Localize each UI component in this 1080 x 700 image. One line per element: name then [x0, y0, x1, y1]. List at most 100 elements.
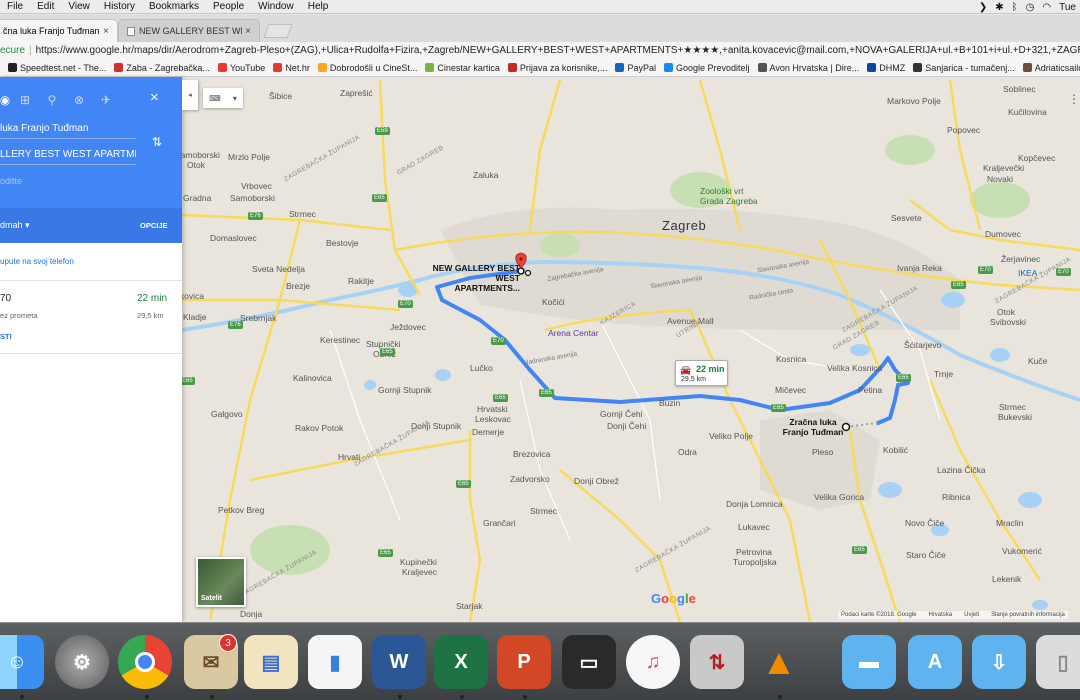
- bookmark-label: Zaba - Zagrebačka...: [126, 62, 210, 73]
- bookmark-item[interactable]: PayPal: [615, 63, 656, 73]
- tab-close-icon[interactable]: ×: [103, 26, 109, 37]
- place-label: Mrzlo Polje: [228, 152, 271, 162]
- highway-shield: E70: [1056, 268, 1071, 276]
- tab-close-icon[interactable]: ×: [245, 26, 251, 37]
- trash-icon[interactable]: ▯: [1036, 635, 1080, 689]
- destination-label[interactable]: NEW GALLERY BEST WEST APARTMENTS...: [430, 263, 520, 293]
- finder-icon[interactable]: ☺: [0, 635, 44, 689]
- place-label: Kraljevečki: [983, 163, 1025, 173]
- origin-label[interactable]: Zračna luka Franjo Tuđman: [778, 417, 848, 437]
- vlc-icon[interactable]: ▲: [752, 635, 806, 689]
- sound-icon[interactable]: ✱: [995, 2, 1003, 13]
- destination-input[interactable]: LLERY BEST WEST APARTMEN: [0, 147, 136, 165]
- directions-panel: ◉ ⊞ ⚲ ⊗ ✈ × luka Franjo Tuđman LLERY BES…: [0, 77, 182, 622]
- departure-select[interactable]: dmah ▾: [0, 220, 30, 231]
- wifi-icon[interactable]: ◠: [1042, 2, 1051, 13]
- route-road[interactable]: 70: [0, 293, 11, 304]
- bookmark-item[interactable]: Prijava za korisnike,...: [507, 63, 607, 73]
- word-icon[interactable]: W: [372, 635, 426, 689]
- applications-folder-icon[interactable]: A: [908, 635, 962, 689]
- flight-mode-icon[interactable]: ✈: [97, 91, 115, 109]
- place-label: Kočići: [542, 297, 565, 307]
- downloads-folder-icon[interactable]: ⇩: [972, 635, 1026, 689]
- highway-shield: E65: [951, 281, 966, 289]
- bookmark-item[interactable]: DHMZ: [867, 63, 905, 73]
- departure-bar: dmah ▾ OPCIJE: [0, 208, 182, 243]
- chrome-icon[interactable]: [118, 635, 172, 689]
- bookmark-item[interactable]: Zaba - Zagrebačka...: [114, 63, 210, 73]
- menu-edit[interactable]: Edit: [30, 1, 61, 12]
- excel-icon[interactable]: X: [434, 635, 488, 689]
- menu-bookmarks[interactable]: Bookmarks: [142, 1, 206, 12]
- menu-help[interactable]: Help: [301, 1, 336, 12]
- menu-view[interactable]: View: [61, 1, 97, 12]
- place-label: Šibice: [269, 91, 293, 101]
- bookmark-item[interactable]: YouTube: [217, 63, 265, 73]
- tab-hotel[interactable]: NEW GALLERY BEST WEST A ×: [118, 19, 260, 42]
- bookmark-label: Speedtest.net - The...: [20, 62, 107, 73]
- new-tab-button[interactable]: [263, 24, 293, 38]
- place-label: Novo Čiče: [905, 518, 945, 528]
- collapse-panel-button[interactable]: ◂: [182, 80, 198, 110]
- bookmark-favicon-icon: [114, 63, 124, 72]
- feedback-link[interactable]: Slanje povratnih informacija: [991, 612, 1065, 618]
- menu-people[interactable]: People: [206, 1, 251, 12]
- bookmark-item[interactable]: Google Prevoditelj: [663, 62, 750, 73]
- printer-icon[interactable]: ▭: [562, 635, 616, 689]
- place-label: Kupinečki: [400, 557, 437, 567]
- satellite-toggle[interactable]: Satelit: [196, 557, 246, 607]
- system-preferences-icon[interactable]: ⚙: [55, 635, 109, 689]
- details-link[interactable]: STI: [0, 332, 12, 341]
- bookmark-item[interactable]: Adriaticsailor | Vijest...: [1022, 63, 1080, 73]
- itunes-icon[interactable]: ♫: [626, 635, 680, 689]
- airplay-icon[interactable]: ❯: [979, 2, 987, 13]
- send-to-phone-link[interactable]: upute na svoj telefon: [0, 257, 74, 266]
- time-machine-icon[interactable]: ◷: [1026, 2, 1035, 13]
- bookmark-item[interactable]: Speedtest.net - The...: [8, 63, 106, 73]
- place-label: Kopčevec: [1018, 153, 1056, 163]
- bootcamp-icon[interactable]: ⇅: [690, 635, 744, 689]
- bluetooth-icon[interactable]: ᛒ: [1012, 2, 1018, 13]
- google-logo: Google: [651, 591, 696, 606]
- country-link[interactable]: Hrvatska: [928, 612, 952, 618]
- bookmark-item[interactable]: Dobrodošli u CineSt...: [317, 63, 417, 73]
- powerpoint-icon[interactable]: P: [497, 635, 551, 689]
- secure-label[interactable]: ecure: [0, 45, 25, 56]
- running-indicator: [210, 695, 214, 699]
- menu-window[interactable]: Window: [251, 1, 301, 12]
- bicycle-mode-icon[interactable]: ⊗: [70, 91, 88, 109]
- swap-icon[interactable]: ⇅: [152, 135, 162, 149]
- bookmark-favicon-icon: [1022, 63, 1032, 72]
- tab-directions[interactable]: čna luka Franjo Tuđman d ×: [0, 19, 118, 42]
- transit-mode-icon[interactable]: ⊞: [16, 91, 34, 109]
- car-mode-icon[interactable]: ◉: [0, 91, 14, 109]
- bookmark-label: Google Prevoditelj: [675, 62, 750, 73]
- menu-file[interactable]: File: [0, 1, 30, 12]
- place-label: Ivanja Reka: [897, 263, 942, 273]
- add-destination[interactable]: oditte: [0, 173, 136, 191]
- terms-link[interactable]: Uvjeti: [964, 612, 979, 618]
- mac-dock: ☺ ⚙ ✉ ▤ ▮ W X P ▭ ♫ ⇅ ▲ ▬ A ⇩ ▯: [0, 622, 1080, 700]
- route-info-bubble[interactable]: 🚘 22 min 29,5 km: [675, 360, 728, 386]
- place-label: Kraljevec: [402, 567, 437, 577]
- clock[interactable]: Tue: [1059, 2, 1076, 13]
- origin-input[interactable]: luka Franjo Tuđman: [0, 121, 136, 139]
- mail-badge: 3: [219, 634, 237, 652]
- folder-icon[interactable]: ▬: [842, 635, 896, 689]
- menu-history[interactable]: History: [97, 1, 142, 12]
- walking-mode-icon[interactable]: ⚲: [43, 91, 61, 109]
- bookmark-item[interactable]: Net.hr: [273, 63, 310, 73]
- close-icon[interactable]: ×: [150, 89, 159, 106]
- options-button[interactable]: OPCIJE: [140, 221, 168, 230]
- bookmark-item[interactable]: Sanjarica - tumačenj...: [913, 63, 1015, 73]
- preview-icon[interactable]: ▤: [244, 635, 298, 689]
- address-bar[interactable]: ecure | https://www.google.hr/maps/dir/A…: [0, 42, 1080, 59]
- place-label: Rakov Potok: [295, 423, 344, 433]
- grid-menu-icon[interactable]: ⋮⋮: [1068, 92, 1080, 106]
- bookmark-item[interactable]: Cinestar kartica: [425, 63, 500, 73]
- url-text[interactable]: https://www.google.hr/maps/dir/Aerodrom+…: [36, 45, 1080, 56]
- input-tools-button[interactable]: ⌨ ▾: [203, 88, 243, 108]
- bookmark-item[interactable]: Avon Hrvatska | Dire...: [757, 63, 859, 73]
- place-label: Šćitarjevo: [904, 340, 942, 350]
- numbers-icon[interactable]: ▮: [308, 635, 362, 689]
